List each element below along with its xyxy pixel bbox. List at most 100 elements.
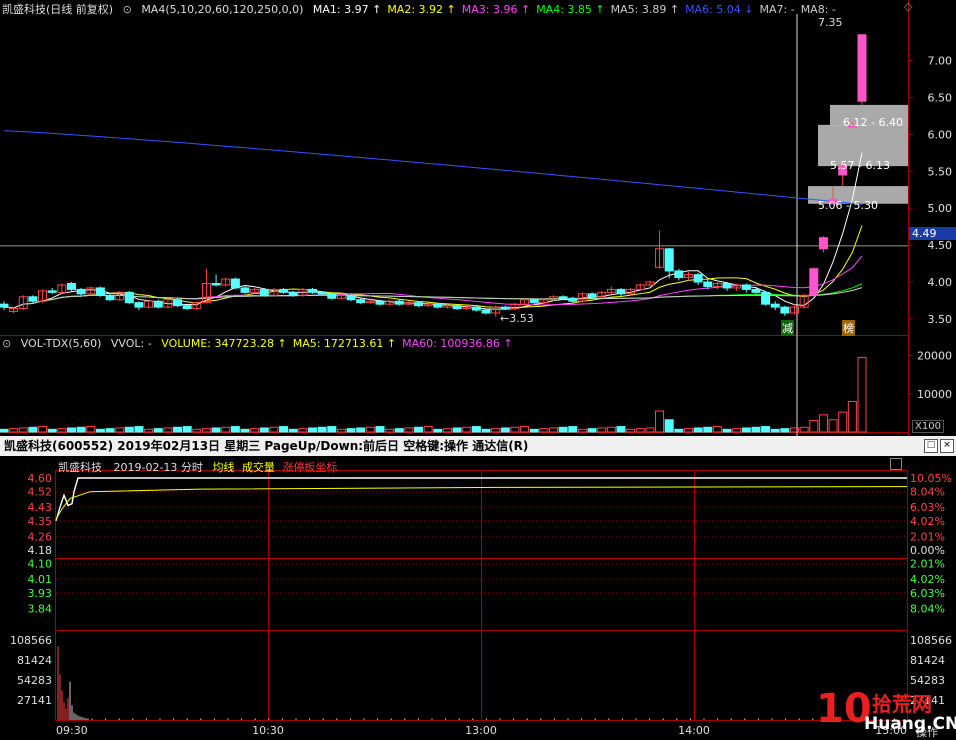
candle-body (703, 281, 713, 287)
intraday-vol-ytick-label: 81424 (17, 654, 52, 667)
candle-body (173, 299, 183, 307)
ma-item-2: MA2: 3.92 ↑ (387, 3, 456, 16)
candle-body (76, 288, 86, 295)
intraday-ytick-label: 3.93 (28, 587, 53, 600)
candle-body (317, 291, 327, 295)
intraday-ytick-label: 4.26 (28, 530, 53, 543)
candle-body (587, 293, 597, 298)
intraday-pct-label: 8.04% (910, 486, 945, 499)
marker-bang[interactable]: 榜 (842, 320, 855, 336)
intraday-pct-label: 6.03% (910, 501, 945, 514)
legend-dropdown-icon[interactable]: ⊙ (2, 337, 11, 350)
candle-body (288, 291, 298, 296)
ma-items: MA1: 3.97 ↑ MA2: 3.92 ↑ MA3: 3.96 ↑ MA4: 3.… (313, 3, 842, 16)
volume-bar (664, 419, 674, 433)
volume-bar (481, 428, 491, 433)
watermark-logo: 10 拾荒网 Huang.CN (812, 686, 956, 739)
candle-body (558, 296, 568, 299)
candle-body (66, 283, 76, 290)
gap-label-1: 6.12 - 6.40 (843, 116, 903, 129)
volume-bar (645, 427, 655, 433)
candle-body (780, 306, 790, 314)
ma-item-8: MA8: - (800, 3, 836, 16)
volume-bar (857, 357, 867, 433)
volume-bar (558, 426, 568, 433)
candle-body (28, 296, 38, 302)
kline-ytick-label: 7.00 (928, 55, 953, 68)
close-icon[interactable]: × (940, 439, 954, 453)
volume-bar (606, 426, 616, 433)
intraday-ytick-label: 4.52 (28, 486, 53, 499)
volume-bar (240, 428, 250, 433)
date-label: 2019-02-13 分时 (113, 461, 203, 474)
volume-bar (86, 426, 96, 433)
volume-bar (770, 428, 780, 433)
volume-bar (828, 419, 838, 433)
intraday-options-icon[interactable] (890, 458, 902, 470)
candle-body (394, 300, 404, 305)
vol-unit-label: X100 (912, 420, 944, 433)
candle-body (818, 237, 828, 250)
intraday-vol-ytick-label: 27141 (17, 694, 52, 707)
volume-bar (809, 420, 819, 433)
candle-body (674, 270, 684, 279)
volume-bar (741, 427, 751, 433)
candle-body (182, 305, 192, 310)
watermark-en: Huang.CN (864, 714, 956, 734)
ma-params-label: MA4(5,10,20,60,120,250,0,0) (141, 3, 304, 16)
chart-canvas: 3.50 4.00 4.50 5.00 5.50 6.00 6.50 7.00 10000 200… (0, 0, 953, 737)
candle-body (259, 288, 269, 296)
legend-limit: 涨停板坐标 (282, 461, 338, 474)
volume-bar (442, 428, 452, 433)
volume-bar (616, 426, 626, 433)
volume-bar (279, 426, 289, 433)
candle-body (500, 306, 510, 310)
volume-bar (105, 428, 115, 433)
volume-bar (385, 428, 395, 433)
vol-legend: ⊙ VOL-TDX(5,60) VVOL: - VOLUME: 347723.2… (2, 337, 525, 350)
volume-bar (404, 427, 414, 433)
restore-icon[interactable]: □ (924, 439, 938, 453)
volume-bar (18, 427, 28, 433)
volume-bar (761, 426, 771, 433)
kline-options-icon[interactable]: ◇ (904, 0, 912, 13)
volume-bar (683, 428, 693, 433)
volume-bar (250, 428, 260, 433)
volume-bar (76, 426, 86, 433)
volume-bar (346, 428, 356, 433)
intraday-vol-ytick-label: 108566 (10, 634, 52, 647)
kline-ytick-label: 6.50 (928, 92, 953, 105)
marker-jian[interactable]: 减 (781, 320, 794, 336)
candle-body (751, 288, 761, 293)
candle-body (230, 278, 240, 289)
volume-bar (356, 427, 366, 433)
candle-body (153, 300, 163, 308)
volume-bar (423, 426, 433, 433)
volume-bar (201, 428, 211, 433)
volume-bar (577, 428, 587, 433)
ma-item-4: MA4: 3.85 ↑ (536, 3, 605, 16)
intraday-xtick-label: 10:30 (252, 724, 284, 737)
intraday-ytick-label: 4.10 (28, 558, 53, 571)
volume-bar (414, 426, 424, 433)
kline-plot (0, 14, 908, 436)
kline-ytick-label: 6.00 (928, 128, 953, 141)
candle-body (741, 284, 751, 290)
candle-body (761, 291, 771, 305)
volume-bar (57, 428, 67, 433)
volume-bar (317, 426, 327, 433)
candle-body (616, 288, 626, 295)
kline-ytick-label: 5.50 (928, 165, 953, 178)
candle-body (327, 293, 337, 299)
volume-bar (66, 427, 76, 433)
legend-dropdown-icon[interactable]: ⊙ (123, 3, 132, 16)
volume-bar (626, 428, 636, 433)
volume-bar (693, 427, 703, 433)
volume-bar (28, 426, 38, 433)
intraday-pct-label: 4.02% (910, 573, 945, 586)
volume-bar (703, 426, 713, 433)
intraday-pct-label: 0.00% (910, 544, 945, 557)
vol-items: VOLUME: 347723.28 ↑ MA5: 172713.61 ↑ MA60:… (161, 337, 518, 350)
volume-bar (471, 426, 481, 433)
intraday-vol-ytick-label-right: 108566 (910, 634, 952, 647)
